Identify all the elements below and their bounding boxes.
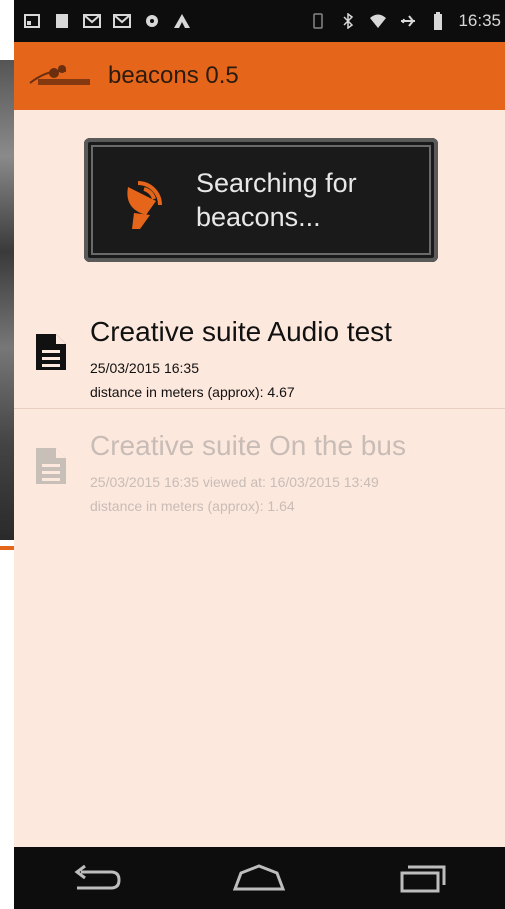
beacon-list-item[interactable]: Creative suite Audio test 25/03/2015 16:… bbox=[14, 308, 505, 409]
screenshot-icon bbox=[22, 12, 42, 30]
beacon-distance: distance in meters (approx): 1.64 bbox=[90, 498, 295, 514]
beacon-timestamp: 25/03/2015 16:35 bbox=[90, 360, 199, 376]
document-icon bbox=[36, 334, 66, 370]
beacon-title: Creative suite On the bus bbox=[90, 430, 406, 461]
home-icon bbox=[233, 864, 286, 891]
wifi-icon bbox=[368, 12, 388, 30]
document-icon bbox=[36, 448, 66, 484]
searching-button[interactable]: Searching for beacons... bbox=[84, 138, 438, 262]
status-time: 16:35 bbox=[458, 11, 501, 30]
navigation-bar bbox=[14, 847, 505, 909]
vibrate-icon bbox=[308, 12, 328, 30]
back-icon bbox=[74, 864, 121, 890]
gmail-icon bbox=[82, 12, 102, 30]
app-title: beacons 0.5 bbox=[108, 62, 239, 89]
searching-label: Searching for beacons... bbox=[196, 168, 357, 232]
gmail-icon bbox=[112, 12, 132, 30]
notification-icon bbox=[52, 12, 72, 30]
satellite-dish-icon bbox=[127, 181, 162, 229]
home-button[interactable] bbox=[229, 858, 289, 898]
back-button[interactable] bbox=[66, 858, 126, 898]
app-logo bbox=[28, 56, 98, 96]
bluetooth-icon bbox=[338, 12, 358, 30]
phone-screen: 16:35 beacons 0.5 Searching for beacons.… bbox=[14, 0, 505, 909]
record-icon bbox=[142, 12, 162, 30]
app-icon bbox=[172, 12, 192, 30]
beacon-title: Creative suite Audio test bbox=[90, 316, 392, 347]
background-accent-line bbox=[0, 546, 14, 550]
action-bar: beacons 0.5 bbox=[14, 42, 505, 110]
beacon-distance: distance in meters (approx): 4.67 bbox=[90, 384, 295, 400]
recents-icon bbox=[400, 865, 446, 893]
status-bar: 16:35 bbox=[14, 0, 505, 42]
airplane-icon bbox=[398, 12, 418, 30]
beacon-timestamp: 25/03/2015 16:35 viewed at: 16/03/2015 1… bbox=[90, 474, 379, 490]
recents-button[interactable] bbox=[393, 858, 453, 898]
background-photo bbox=[0, 60, 14, 540]
content-area: Searching for beacons... Creative suite … bbox=[14, 110, 505, 847]
beacon-list-item[interactable]: Creative suite On the bus 25/03/2015 16:… bbox=[14, 422, 505, 522]
battery-icon bbox=[428, 12, 448, 30]
